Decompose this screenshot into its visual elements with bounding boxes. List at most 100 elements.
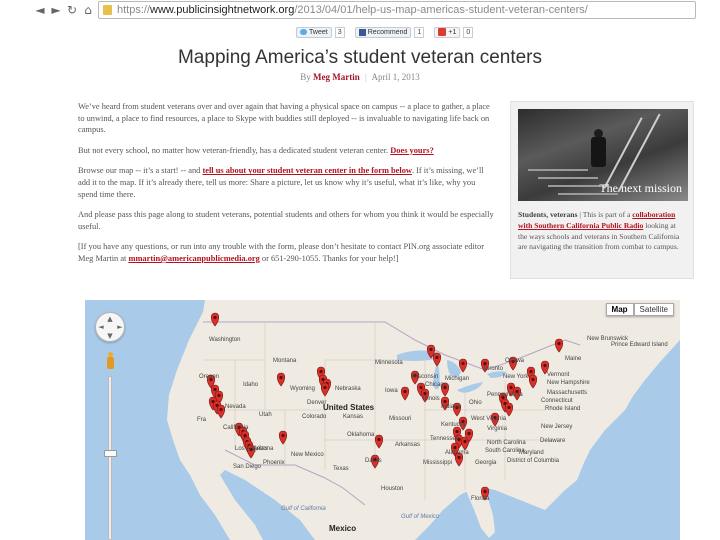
marker-dot bbox=[557, 341, 561, 346]
stair-step bbox=[538, 177, 598, 179]
map-label-connecticut: Connecticut bbox=[541, 398, 573, 404]
map-label-washington: Washington bbox=[209, 337, 241, 343]
back-icon[interactable]: ◄ bbox=[32, 2, 48, 18]
map-label-wyoming: Wyoming bbox=[290, 386, 315, 392]
map-label-missouri: Missouri bbox=[389, 416, 412, 422]
marker-dot bbox=[543, 363, 547, 368]
marker-dot bbox=[281, 433, 285, 438]
article-body: We’ve heard from student veterans over a… bbox=[78, 101, 496, 274]
zoom-slider[interactable] bbox=[108, 376, 112, 540]
map-label-nevada: Nevada bbox=[225, 404, 246, 410]
paragraph-browse: Browse our map -- it’s a start! -- and t… bbox=[78, 165, 496, 200]
gplus-button[interactable]: +1 bbox=[434, 26, 461, 38]
marker-dot bbox=[467, 431, 471, 436]
pan-right-icon[interactable]: ► bbox=[116, 323, 124, 331]
author-link[interactable]: Meg Martin bbox=[313, 72, 360, 82]
lock-icon bbox=[103, 5, 112, 15]
contact-text-post: or 651-290-1055. Thanks for your help!] bbox=[261, 253, 399, 263]
map-label-gulf-of-california: Gulf of California bbox=[281, 506, 326, 512]
page-title: Mapping America’s student veteran center… bbox=[177, 47, 542, 68]
map-label-minnesota: Minnesota bbox=[375, 360, 403, 366]
home-icon[interactable]: ⌂ bbox=[80, 2, 96, 18]
map-label-kentucky: Kentucky bbox=[441, 422, 466, 428]
marker-dot bbox=[435, 355, 439, 360]
marker-dot bbox=[419, 385, 423, 390]
does-yours-link[interactable]: Does yours? bbox=[390, 146, 434, 155]
gplus-icon bbox=[438, 28, 447, 36]
publish-date: April 1, 2013 bbox=[371, 72, 420, 82]
marker-dot bbox=[461, 361, 465, 366]
map-view-button[interactable]: Map bbox=[605, 303, 634, 316]
recommend-button[interactable]: Recommend bbox=[354, 26, 412, 38]
paragraph-intro: We’ve heard from student veterans over a… bbox=[78, 102, 490, 135]
street-view-pegman-icon[interactable] bbox=[106, 352, 115, 370]
map-label-district-of-columbia: District of Columbia bbox=[507, 458, 560, 464]
marker-dot bbox=[483, 361, 487, 366]
recommend-label: Recommend bbox=[367, 28, 408, 36]
map-label-tennessee: Tennessee bbox=[430, 436, 460, 442]
tweet-button[interactable]: Tweet bbox=[296, 26, 332, 38]
recommend-count: 1 bbox=[414, 26, 425, 38]
zoom-slider-handle[interactable] bbox=[104, 450, 117, 457]
veteran-centers-map[interactable]: Washington Montana Idaho Oregon Nevada C… bbox=[85, 300, 680, 540]
marker-dot bbox=[507, 405, 511, 410]
map-label-alabama: Alabama bbox=[445, 450, 469, 456]
map-label-gulf-of-mexico: Gulf of Mexico bbox=[401, 514, 440, 520]
forward-icon[interactable]: ► bbox=[48, 2, 64, 18]
tweet-count: 3 bbox=[334, 26, 345, 38]
marker-dot bbox=[531, 377, 535, 382]
map-label-kansas: Kansas bbox=[343, 414, 364, 420]
map-label-mississippi: Mississippi bbox=[423, 460, 453, 466]
pan-control[interactable]: ▲ ▼ ◄ ► bbox=[95, 312, 125, 342]
paragraph-question: But not every school, no matter how vete… bbox=[78, 145, 496, 157]
map-label-united-states: United States bbox=[323, 403, 375, 412]
map-label-oklahoma: Oklahoma bbox=[347, 432, 375, 438]
promo-caption: The next mission bbox=[599, 181, 682, 195]
url-path: /2013/04/01/help-us-map-americas-student… bbox=[294, 4, 588, 16]
satellite-view-button[interactable]: Satellite bbox=[633, 303, 674, 316]
email-link[interactable]: mmartin@americanpublicmedia.org bbox=[128, 254, 259, 263]
twitter-bird-icon bbox=[300, 29, 307, 35]
gplus-count: 0 bbox=[463, 26, 474, 38]
paragraph-contact: [If you have any questions, or run into … bbox=[78, 241, 496, 264]
map-label-arkansas: Arkansas bbox=[395, 442, 421, 448]
paragraph-share: And please pass this page along to stude… bbox=[78, 210, 494, 231]
question-text: But not every school, no matter how vete… bbox=[78, 145, 389, 155]
address-bar[interactable]: https://www.publicinsightnetwork.org/201… bbox=[98, 1, 696, 19]
pan-left-icon[interactable]: ◄ bbox=[97, 323, 105, 331]
map-label-virginia: Virginia bbox=[487, 426, 507, 432]
marker-dot bbox=[509, 385, 513, 390]
marker-dot bbox=[443, 399, 447, 404]
promo-text-pre: This is part of a bbox=[582, 210, 631, 219]
map-label-nebraska: Nebraska bbox=[335, 386, 361, 392]
marker-dot bbox=[323, 385, 327, 390]
map-label-new-jersey: New Jersey bbox=[541, 424, 573, 430]
map-label-iowa: Iowa bbox=[385, 388, 398, 394]
marker-dot bbox=[213, 315, 217, 320]
map-label-illinois: Illinois bbox=[423, 396, 440, 402]
sidebar-promo: The next mission Students, veterans | Th… bbox=[510, 101, 694, 279]
byline-prefix: By bbox=[300, 72, 311, 82]
gplus-label: +1 bbox=[448, 28, 457, 36]
map-label-delaware: Delaware bbox=[540, 438, 566, 444]
promo-separator: | bbox=[579, 210, 581, 219]
map-label-pennsylvania: Pennsylvania bbox=[487, 392, 523, 398]
pan-down-icon[interactable]: ▼ bbox=[106, 332, 114, 340]
marker-dot bbox=[319, 369, 323, 374]
marker-dot bbox=[377, 437, 381, 442]
map-label-massachusetts: Massachusetts bbox=[547, 390, 588, 396]
promo-image[interactable]: The next mission bbox=[518, 109, 688, 201]
form-link[interactable]: tell us about your student veteran cente… bbox=[202, 166, 412, 175]
marker-dot bbox=[455, 429, 459, 434]
map-label-houston: Houston bbox=[381, 486, 404, 492]
map-label-florida: Florida bbox=[471, 496, 490, 502]
reload-icon[interactable]: ↻ bbox=[64, 2, 80, 18]
map-label-prince-edward-island: Prince Edward Island bbox=[611, 342, 668, 348]
pan-up-icon[interactable]: ▲ bbox=[106, 315, 114, 323]
marker-dot bbox=[423, 391, 427, 396]
map-label-maine: Maine bbox=[565, 356, 582, 362]
map-label-vermont: Vermont bbox=[547, 372, 570, 378]
map-label-indiana: Indiana bbox=[441, 404, 461, 410]
pegman-body bbox=[107, 357, 114, 369]
marker-dot bbox=[279, 375, 283, 380]
